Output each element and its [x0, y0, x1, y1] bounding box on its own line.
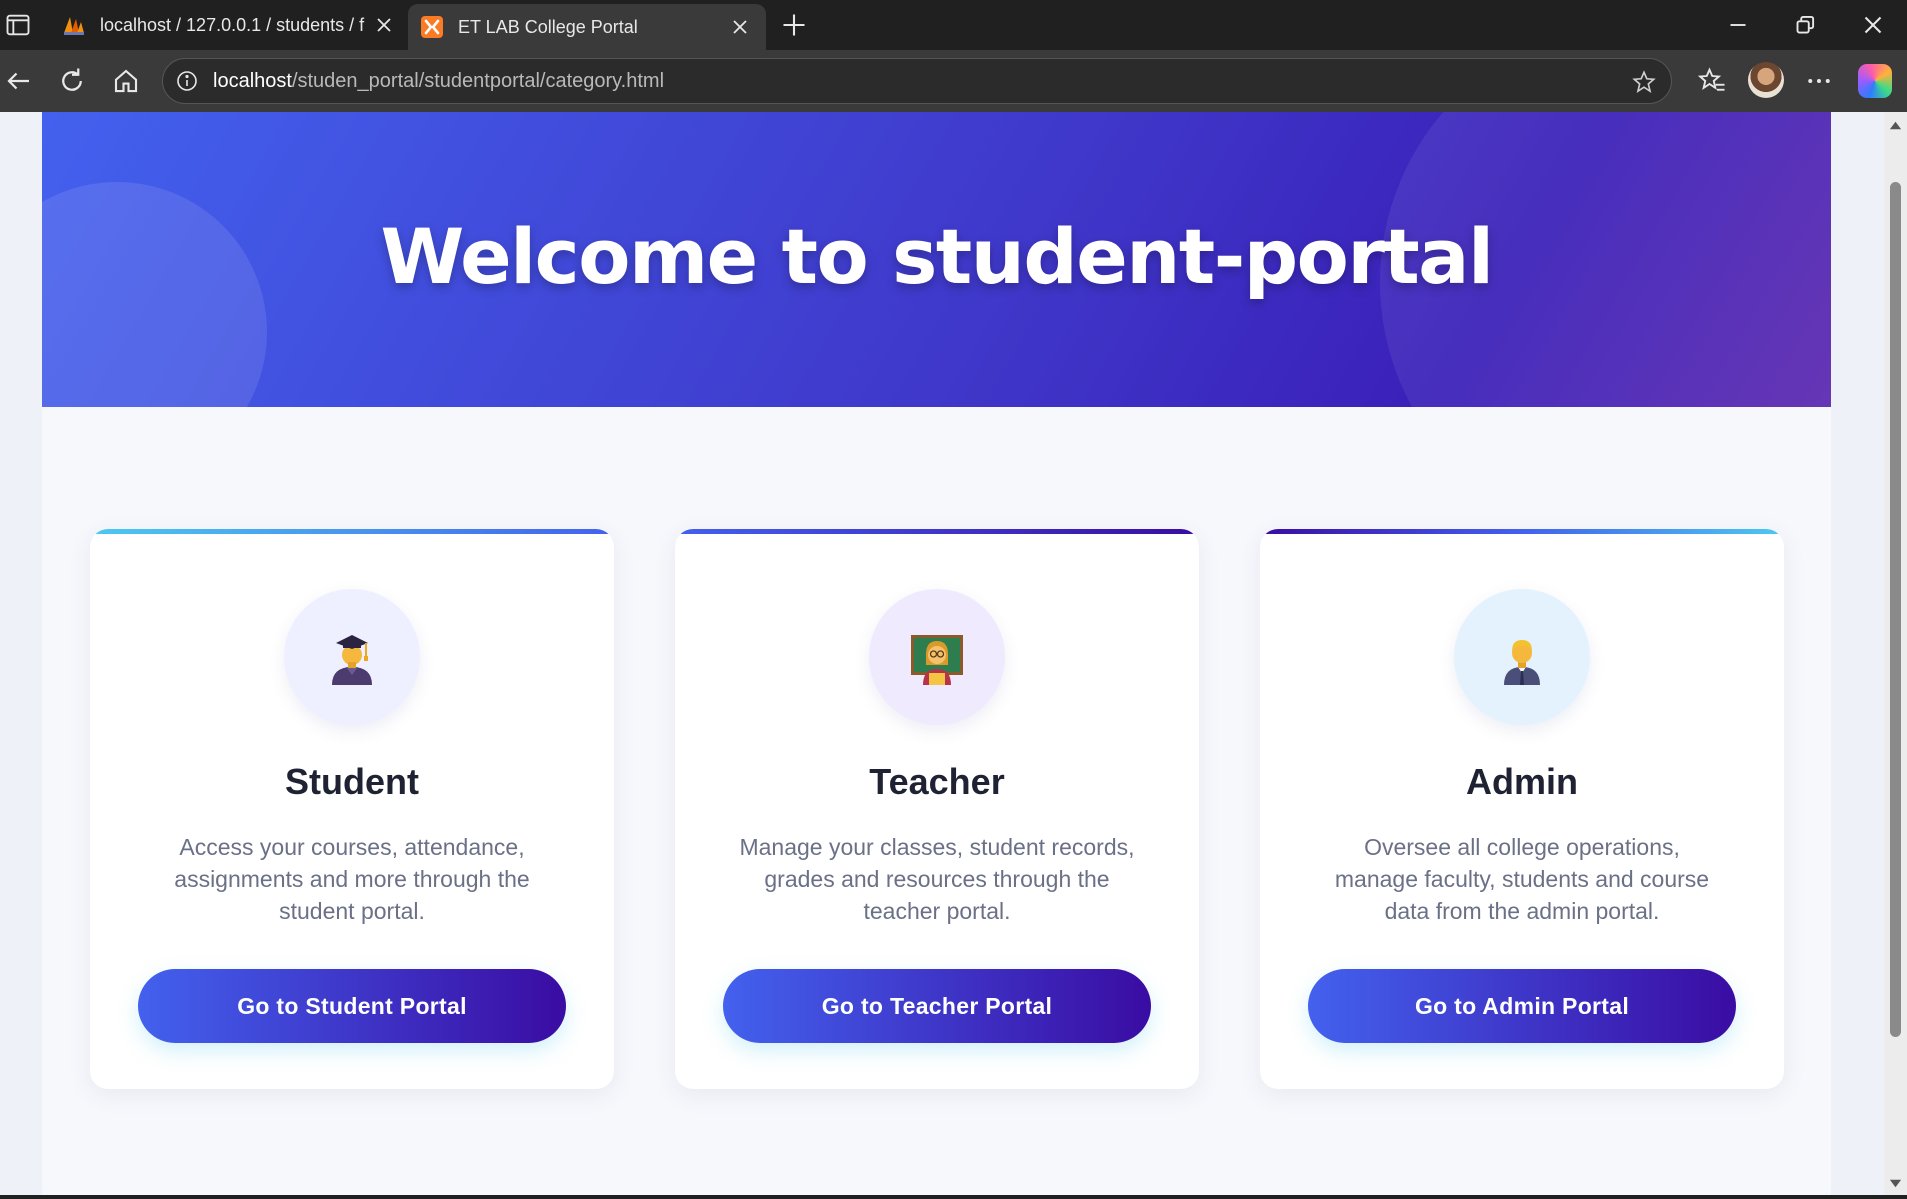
student-portal-button[interactable]: Go to Student Portal: [138, 969, 566, 1043]
teacher-card: Teacher Manage your classes, student rec…: [675, 529, 1199, 1089]
window-bottom-edge: [0, 1195, 1907, 1199]
card-description: Manage your classes, student records, gr…: [739, 834, 1135, 924]
teacher-portal-button[interactable]: Go to Teacher Portal: [723, 969, 1151, 1043]
close-window-icon[interactable]: [1858, 10, 1888, 40]
card-title: Admin: [1466, 761, 1578, 802]
card-icon-circle: [1454, 589, 1590, 725]
vertical-scrollbar[interactable]: [1884, 112, 1907, 1197]
tab-actions-icon[interactable]: [4, 11, 32, 39]
restore-icon[interactable]: [1790, 10, 1820, 40]
card-accent-bar: [90, 529, 614, 534]
card-title: Teacher: [869, 761, 1005, 802]
page-content: Welcome to student-portal Student Access…: [42, 112, 1831, 1197]
card-icon-circle: [869, 589, 1005, 725]
close-icon[interactable]: [372, 13, 396, 37]
profile-avatar[interactable]: [1748, 62, 1784, 98]
close-icon[interactable]: [728, 15, 752, 39]
tab-title: localhost / 127.0.0.1 / students / f: [100, 14, 365, 35]
url-host: localhost: [213, 70, 292, 92]
url-path: /studen_portal/studentportal/category.ht…: [291, 70, 665, 92]
card-description: Oversee all college operations, manage f…: [1334, 834, 1710, 924]
teacher-icon: [911, 635, 963, 685]
refresh-icon[interactable]: [57, 66, 87, 96]
card-accent-bar: [1260, 529, 1784, 534]
admin-person-icon: [1504, 640, 1540, 685]
browser-toolbar: localhost/studen_portal/studentportal/ca…: [0, 50, 1907, 112]
xampp-icon: [421, 16, 443, 38]
card-title: Student: [285, 761, 419, 802]
card-icon-circle: [284, 589, 420, 725]
page-viewport: Welcome to student-portal Student Access…: [0, 112, 1884, 1197]
browser-tab-bar: localhost / 127.0.0.1 / students / f ET …: [0, 0, 1907, 50]
url-text[interactable]: localhost/studen_portal/studentportal/ca…: [213, 70, 664, 93]
hero-banner: Welcome to student-portal: [42, 112, 1831, 407]
new-tab-icon[interactable]: [780, 11, 808, 39]
scroll-up-arrow-icon[interactable]: [1888, 118, 1903, 133]
scrollbar-thumb[interactable]: [1890, 182, 1901, 1037]
address-bar[interactable]: localhost/studen_portal/studentportal/ca…: [162, 58, 1672, 104]
favorite-star-icon[interactable]: [1631, 69, 1657, 95]
scroll-down-arrow-icon[interactable]: [1888, 1176, 1903, 1191]
more-options-icon[interactable]: [1804, 66, 1834, 96]
favorites-icon[interactable]: [1697, 66, 1727, 96]
admin-portal-button[interactable]: Go to Admin Portal: [1308, 969, 1736, 1043]
card-description: Access your courses, attendance, assignm…: [174, 834, 530, 924]
home-icon[interactable]: [111, 66, 141, 96]
tab-phpmyadmin[interactable]: localhost / 127.0.0.1 / students / f: [50, 0, 410, 50]
minimize-icon[interactable]: [1723, 10, 1753, 40]
site-info-icon[interactable]: [175, 69, 199, 93]
card-accent-bar: [675, 529, 1199, 534]
page-title: Welcome to student-portal: [380, 212, 1494, 301]
tab-college-portal[interactable]: ET LAB College Portal: [408, 4, 766, 50]
copilot-icon[interactable]: [1858, 64, 1892, 98]
student-card: Student Access your courses, attendance,…: [90, 529, 614, 1089]
student-graduate-icon: [332, 635, 372, 685]
phpmyadmin-icon: [64, 17, 84, 35]
admin-card: Admin Oversee all college operations, ma…: [1260, 529, 1784, 1089]
back-arrow-icon[interactable]: [4, 66, 34, 96]
tab-title: ET LAB College Portal: [458, 16, 638, 37]
